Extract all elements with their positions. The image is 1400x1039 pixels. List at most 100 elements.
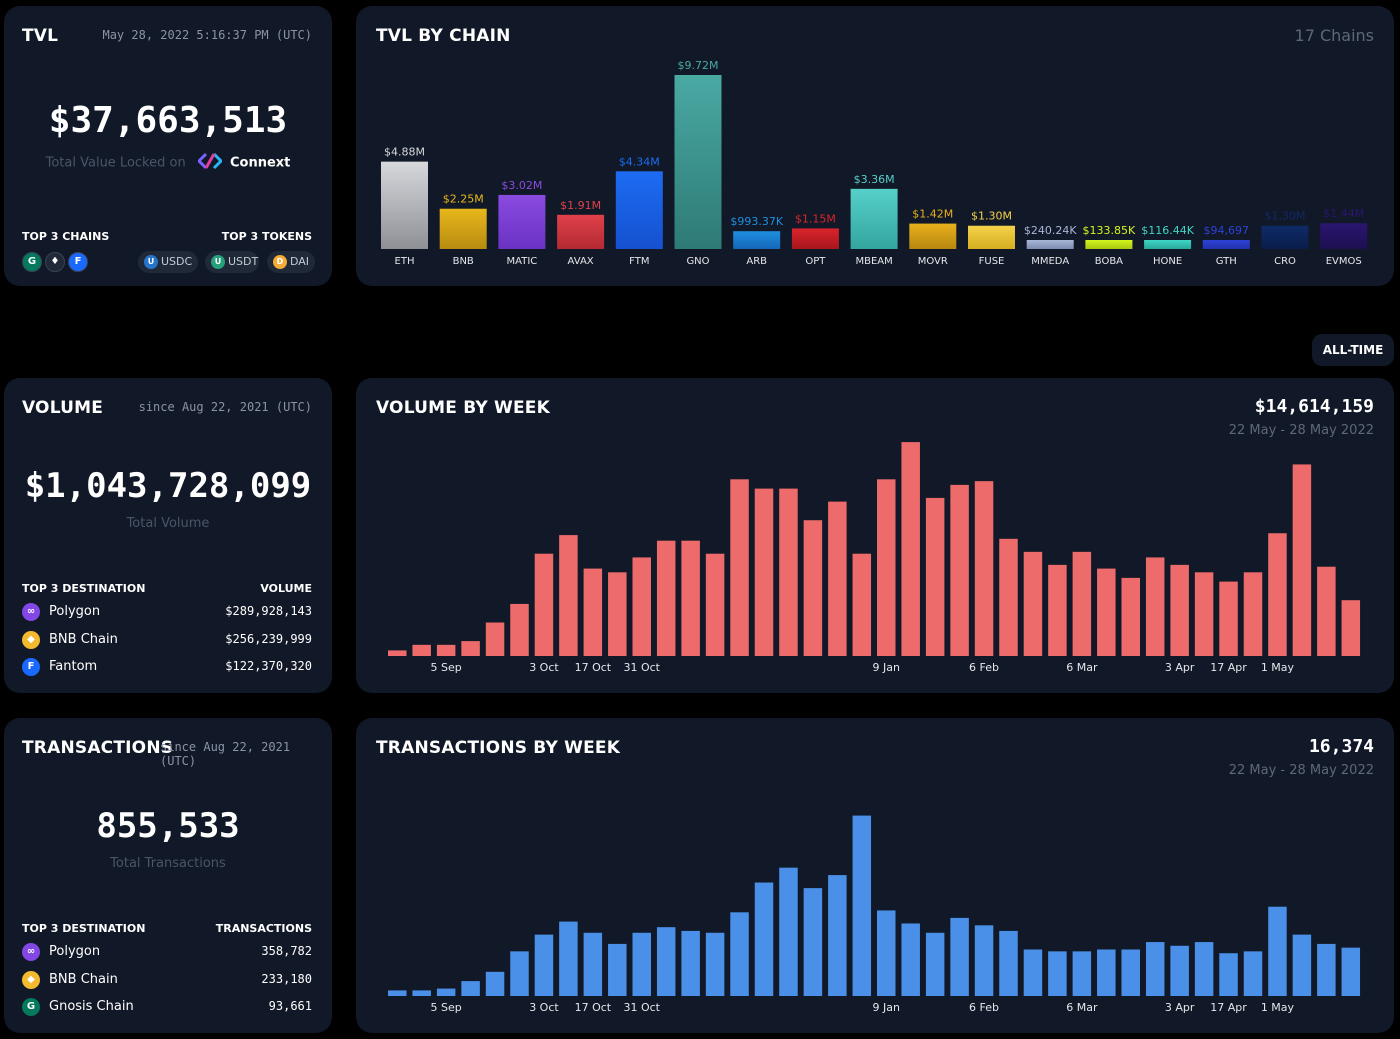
week-bar[interactable] [608, 943, 627, 996]
week-bar[interactable] [632, 932, 652, 996]
week-bar[interactable] [1072, 951, 1092, 996]
week-bar[interactable] [1097, 949, 1116, 997]
week-bar[interactable] [1341, 600, 1361, 656]
week-bar[interactable] [999, 930, 1018, 996]
week-bar[interactable] [510, 603, 529, 656]
week-bar[interactable] [656, 540, 676, 656]
week-bar[interactable] [583, 932, 603, 996]
week-bar[interactable] [559, 921, 578, 996]
week-bar[interactable] [828, 501, 847, 656]
week-bar[interactable] [436, 644, 456, 656]
week-bar[interactable] [1048, 951, 1067, 996]
bar-movr[interactable] [909, 223, 957, 249]
week-bar[interactable] [1341, 947, 1361, 996]
week-bar[interactable] [852, 815, 872, 996]
week-bar[interactable] [877, 910, 896, 996]
week-bar[interactable] [1268, 533, 1287, 656]
week-bar[interactable] [1317, 943, 1336, 996]
week-bar[interactable] [1292, 934, 1312, 996]
x-tick-label: 1 May [1261, 661, 1295, 674]
bar-cro[interactable] [1261, 225, 1309, 249]
bar-matic[interactable] [498, 194, 546, 249]
week-bar[interactable] [412, 644, 431, 656]
bar-mmeda[interactable] [1026, 240, 1074, 249]
week-bar[interactable] [901, 923, 920, 996]
week-bar[interactable] [1243, 572, 1263, 656]
category-label: EVMOS [1326, 256, 1362, 267]
week-bar[interactable] [559, 535, 578, 656]
week-bar[interactable] [705, 553, 725, 656]
bar-eth[interactable] [381, 161, 428, 249]
week-bar[interactable] [705, 932, 725, 996]
week-bar[interactable] [925, 932, 945, 996]
week-bar[interactable] [1145, 557, 1165, 656]
week-bar[interactable] [1194, 942, 1214, 996]
week-bar[interactable] [656, 927, 676, 996]
bar-ftm[interactable] [615, 171, 663, 249]
week-bar[interactable] [534, 934, 554, 996]
week-bar[interactable] [485, 622, 505, 656]
week-bar[interactable] [730, 479, 749, 656]
week-bar[interactable] [852, 553, 872, 656]
week-bar[interactable] [1170, 945, 1189, 996]
week-bar[interactable] [485, 971, 505, 996]
week-bar[interactable] [877, 479, 896, 656]
week-bar[interactable] [1023, 551, 1043, 656]
week-bar[interactable] [1048, 564, 1067, 656]
week-bar[interactable] [1194, 572, 1214, 656]
week-bar[interactable] [412, 990, 431, 996]
week-bar[interactable] [1243, 951, 1263, 996]
bar-boba[interactable] [1085, 240, 1133, 249]
week-bar[interactable] [730, 912, 749, 996]
week-bar[interactable] [974, 481, 994, 656]
week-bar[interactable] [1121, 949, 1141, 997]
week-bar[interactable] [901, 442, 920, 656]
week-bar[interactable] [1023, 949, 1043, 997]
week-bar[interactable] [388, 990, 407, 996]
week-bar[interactable] [925, 497, 945, 656]
week-bar[interactable] [1145, 942, 1165, 996]
week-bar[interactable] [388, 650, 407, 656]
bar-avax[interactable] [557, 214, 605, 249]
week-bar[interactable] [1219, 953, 1238, 996]
week-bar[interactable] [779, 867, 798, 996]
bar-evmos[interactable] [1320, 223, 1368, 249]
all-time-toggle[interactable]: ALL-TIME [1312, 334, 1394, 366]
week-bar[interactable] [510, 951, 529, 996]
week-bar[interactable] [1121, 577, 1141, 656]
week-bar[interactable] [999, 538, 1018, 656]
week-bar[interactable] [1097, 568, 1116, 656]
week-bar[interactable] [681, 930, 700, 996]
bar-gno[interactable] [674, 75, 722, 249]
bar-arb[interactable] [733, 231, 781, 249]
week-bar[interactable] [754, 882, 774, 996]
bar-gth[interactable] [1202, 240, 1250, 249]
week-bar[interactable] [803, 888, 823, 996]
week-bar[interactable] [1292, 464, 1312, 656]
week-bar[interactable] [1170, 564, 1189, 656]
week-bar[interactable] [974, 925, 994, 996]
week-bar[interactable] [461, 981, 480, 996]
week-bar[interactable] [1072, 551, 1092, 656]
bar-opt[interactable] [791, 228, 839, 249]
week-bar[interactable] [1219, 581, 1238, 656]
week-bar[interactable] [534, 553, 554, 656]
week-bar[interactable] [950, 917, 969, 996]
week-bar[interactable] [779, 488, 798, 656]
week-bar[interactable] [1317, 566, 1336, 656]
week-bar[interactable] [950, 484, 969, 656]
week-bar[interactable] [803, 520, 823, 656]
bar-mbeam[interactable] [850, 188, 898, 249]
week-bar[interactable] [608, 572, 627, 656]
week-bar[interactable] [583, 568, 603, 656]
week-bar[interactable] [461, 641, 480, 656]
bar-fuse[interactable] [968, 225, 1015, 249]
week-bar[interactable] [632, 557, 652, 656]
week-bar[interactable] [436, 988, 456, 996]
week-bar[interactable] [1268, 906, 1287, 996]
week-bar[interactable] [828, 875, 847, 996]
week-bar[interactable] [754, 488, 774, 656]
bar-hone[interactable] [1144, 240, 1192, 249]
bar-bnb[interactable] [439, 208, 487, 249]
week-bar[interactable] [681, 540, 700, 656]
